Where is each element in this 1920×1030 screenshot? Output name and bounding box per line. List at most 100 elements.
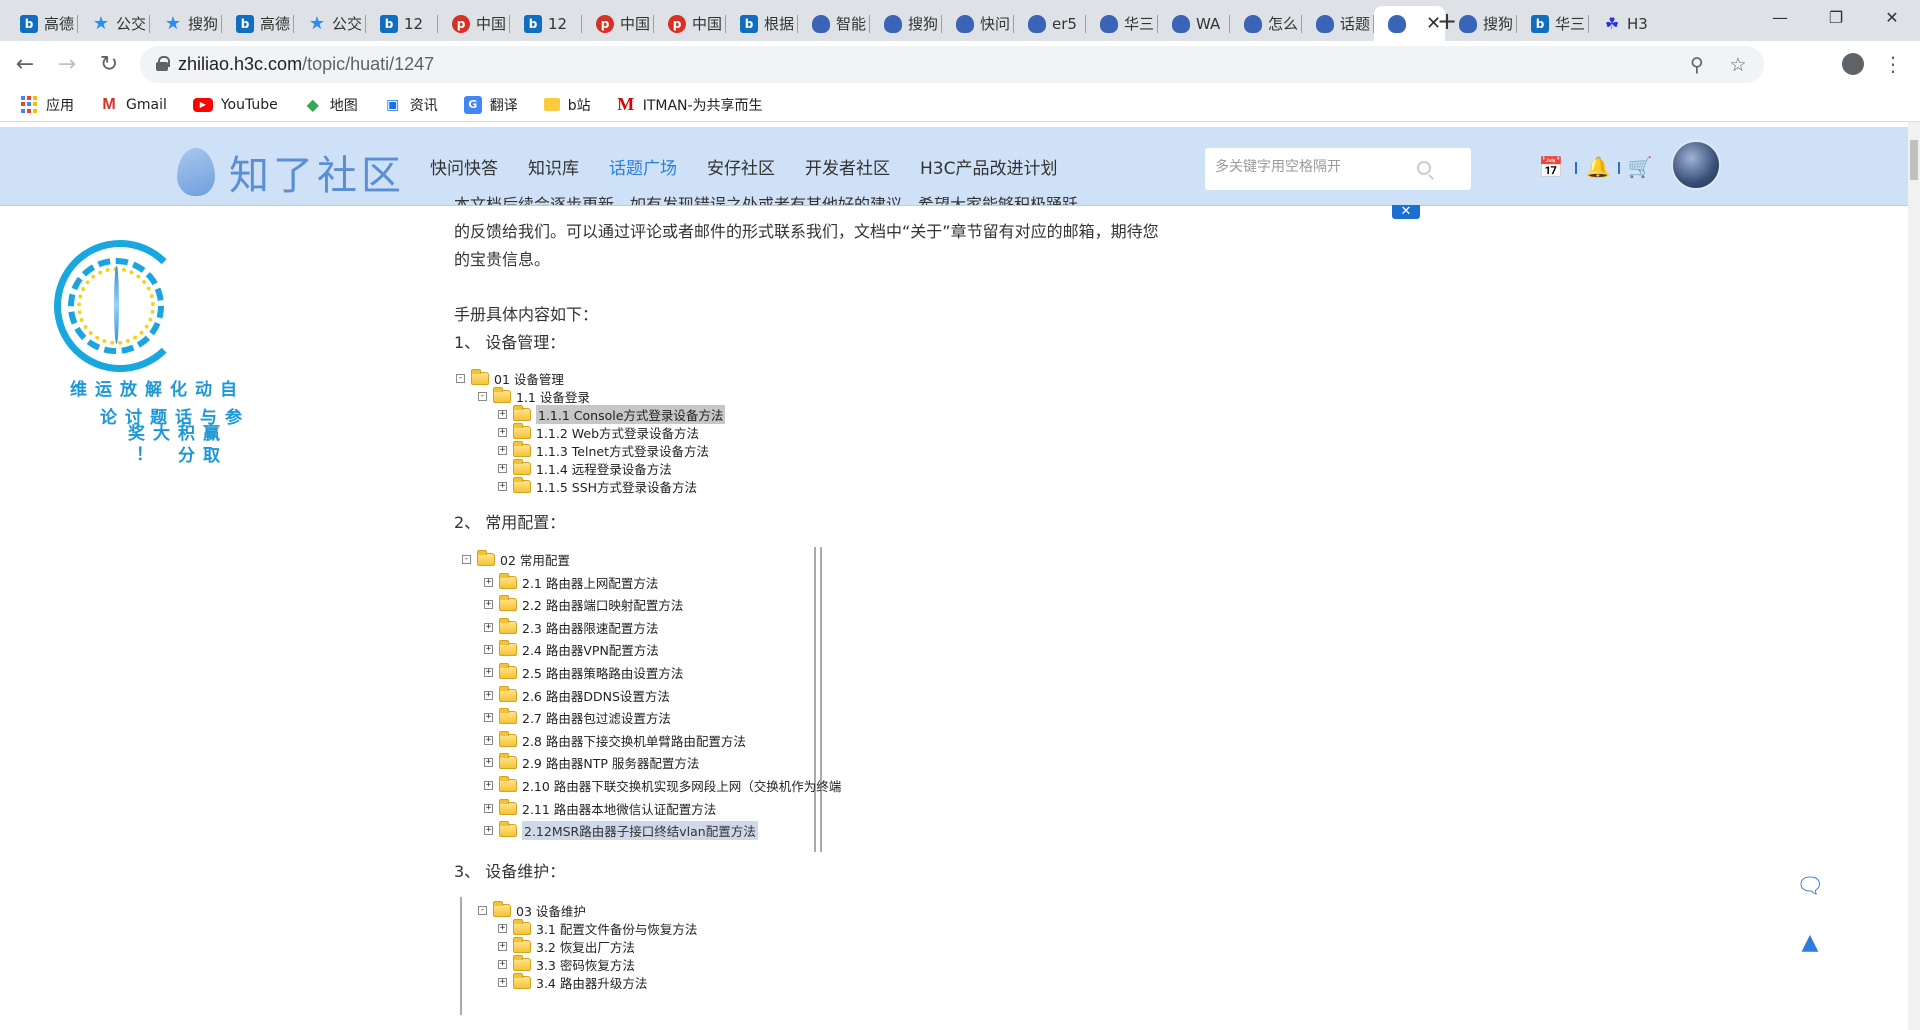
browser-tab[interactable]: b 12 (510, 6, 582, 41)
expand-icon[interactable]: + (484, 713, 493, 723)
expand-icon[interactable]: + (498, 923, 507, 933)
collapse-icon[interactable]: - (478, 905, 487, 915)
tree-node[interactable]: +2.9 路由器NTP 服务器配置方法 (484, 753, 699, 772)
expand-icon[interactable]: + (484, 645, 493, 655)
tree-node[interactable]: +3.1 配置文件备份与恢复方法 (498, 918, 697, 937)
bookmark-item[interactable]: ◆ 地图 (304, 95, 358, 115)
tree-node[interactable]: +2.4 路由器VPN配置方法 (484, 640, 659, 659)
bookmark-item[interactable]: G 翻译 (463, 95, 518, 115)
forward-button[interactable]: → (52, 49, 82, 79)
nav-item[interactable]: 开发者社区 (805, 154, 890, 179)
browser-tab[interactable]: 话题 (1302, 6, 1374, 41)
tree-node[interactable]: +2.10 路由器下联交换机实现多网段上网（交换机作为终端 (484, 775, 841, 794)
browser-tab[interactable]: b 高德 (222, 6, 294, 41)
expand-icon[interactable]: + (498, 463, 507, 473)
cart-icon[interactable]: 🛒 (1628, 155, 1653, 179)
expand-icon[interactable]: + (484, 735, 493, 745)
browser-tab[interactable]: 快问 (942, 6, 1014, 41)
tree-node[interactable]: +2.7 路由器包过滤设置方法 (484, 708, 671, 727)
browser-tab[interactable]: ★ 搜狗 (150, 6, 222, 41)
address-bar[interactable]: zhiliao.h3c.com/topic/huati/1247 ⚲ ☆ (140, 46, 1764, 83)
nav-item[interactable]: 知识库 (528, 154, 579, 179)
profile-icon[interactable] (1838, 49, 1868, 79)
browser-tab[interactable]: ☘ H3 (1589, 6, 1661, 41)
feedback-icon[interactable]: 🗨 (1796, 872, 1824, 900)
tree-node[interactable]: +2.3 路由器限速配置方法 (484, 617, 658, 636)
tree-node[interactable]: +1.1.5 SSH方式登录设备方法 (498, 476, 697, 495)
maximize-button[interactable]: ❐ (1808, 0, 1864, 34)
scrollbar-thumb[interactable] (1910, 140, 1918, 180)
browser-tab[interactable]: b 高德 (6, 6, 78, 41)
tree-node[interactable]: - 03 设备维护 (478, 900, 586, 919)
new-tab-button[interactable]: + (1432, 6, 1462, 36)
expand-icon[interactable]: + (484, 826, 493, 836)
browser-tab[interactable]: p 中国 (582, 6, 654, 41)
expand-icon[interactable]: + (484, 600, 493, 610)
bookmark-item[interactable]: ▶ YouTube (192, 97, 278, 113)
browser-tab[interactable]: 怎么 (1230, 6, 1302, 41)
bookmark-item[interactable]: b站 (543, 95, 591, 115)
close-window-button[interactable]: ✕ (1864, 0, 1920, 34)
menu-icon[interactable]: ⋮ (1878, 49, 1908, 79)
expand-icon[interactable]: + (484, 780, 493, 790)
bookmark-star-icon[interactable]: ☆ (1725, 52, 1751, 78)
tree-node[interactable]: +2.12MSR路由器子接口终结vlan配置方法 (484, 821, 758, 841)
scrollbar[interactable] (1908, 122, 1920, 1030)
expand-icon[interactable]: + (498, 959, 507, 969)
tree-node[interactable]: - 02 常用配置 (462, 549, 570, 568)
browser-tab[interactable]: ★ 公交 (78, 6, 150, 41)
tree-node[interactable]: +3.4 路由器升级方法 (498, 972, 647, 991)
expand-icon[interactable]: + (484, 690, 493, 700)
expand-icon[interactable]: + (484, 622, 493, 632)
collapse-icon[interactable]: - (478, 391, 487, 401)
tree-node[interactable]: +3.2 恢复出厂方法 (498, 936, 635, 955)
tree-node[interactable]: +2.1 路由器上网配置方法 (484, 572, 658, 591)
url-text[interactable]: zhiliao.h3c.com/topic/huati/1247 (178, 54, 434, 75)
search-input[interactable] (1215, 159, 1415, 175)
expand-icon[interactable]: + (484, 758, 493, 768)
tree-node[interactable]: +2.2 路由器端口映射配置方法 (484, 595, 683, 614)
nav-item[interactable]: 快问快答 (430, 154, 498, 179)
browser-tab[interactable]: 智能 (798, 6, 870, 41)
bookmark-item[interactable]: ▣ 资讯 (384, 95, 438, 115)
tree-node[interactable]: +2.6 路由器DDNS设置方法 (484, 685, 670, 704)
nav-item[interactable]: 话题广场 (609, 154, 677, 179)
browser-tab[interactable]: ★ 公交 (294, 6, 366, 41)
browser-tab[interactable]: 华三 (1086, 6, 1158, 41)
close-icon[interactable]: ✕ (1392, 205, 1420, 219)
back-button[interactable]: ← (10, 49, 40, 79)
site-logo[interactable]: 知了社区 (177, 143, 405, 201)
browser-tab[interactable]: b 华三 (1517, 6, 1589, 41)
tree-node[interactable]: +2.11 路由器本地微信认证配置方法 (484, 798, 716, 817)
search-icon[interactable] (1417, 161, 1431, 175)
browser-tab[interactable]: 搜狗 (870, 6, 942, 41)
expand-icon[interactable]: + (484, 803, 493, 813)
reload-button[interactable]: ↻ (94, 49, 124, 79)
tree-node[interactable]: +1.1.1 Console方式登录设备方法 (498, 404, 726, 424)
tree-node[interactable]: +2.8 路由器下接交换机单臂路由配置方法 (484, 730, 746, 749)
calendar-checkin-icon[interactable]: 📅 (1539, 155, 1564, 179)
zoom-icon[interactable]: ⚲ (1684, 52, 1710, 78)
tree-node[interactable]: +2.5 路由器策略路由设置方法 (484, 662, 683, 681)
browser-tab[interactable]: b 12 (366, 6, 438, 41)
tree-node[interactable]: +1.1.2 Web方式登录设备方法 (498, 422, 699, 441)
collapse-icon[interactable]: - (462, 554, 471, 564)
collapse-icon[interactable]: - (456, 373, 465, 383)
browser-tab[interactable]: b 根据 (726, 6, 798, 41)
tree-node[interactable]: - 1.1 设备登录 (478, 386, 590, 405)
expand-icon[interactable]: + (498, 481, 507, 491)
tree-node[interactable]: +1.1.3 Telnet方式登录设备方法 (498, 440, 709, 459)
bookmark-item[interactable]: M ITMAN-为共享而生 (617, 94, 762, 115)
expand-icon[interactable]: + (484, 577, 493, 587)
expand-icon[interactable]: + (498, 427, 507, 437)
minimize-button[interactable]: — (1752, 0, 1808, 34)
nav-item[interactable]: H3C产品改进计划 (920, 154, 1057, 179)
bookmark-item[interactable]: M Gmail (100, 96, 167, 114)
bell-icon[interactable]: 🔔 (1586, 155, 1611, 179)
expand-icon[interactable]: + (498, 977, 507, 987)
browser-tab[interactable]: p 中国 (654, 6, 726, 41)
expand-icon[interactable]: + (484, 667, 493, 677)
browser-tab[interactable]: er5 (1014, 6, 1086, 41)
browser-tab[interactable]: p 中国 (438, 6, 510, 41)
browser-tab[interactable]: WA (1158, 6, 1230, 41)
